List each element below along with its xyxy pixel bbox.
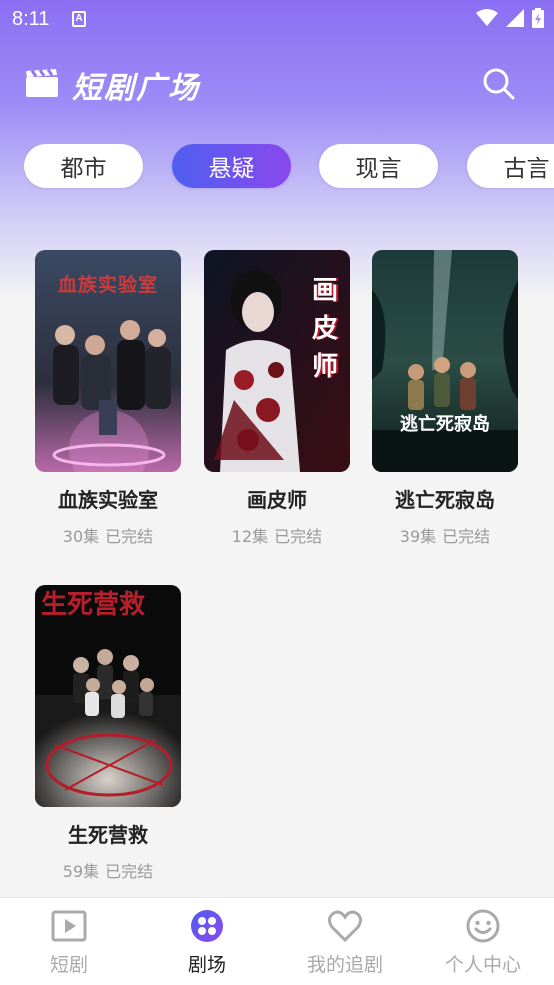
episode-count: 12集 — [231, 527, 269, 546]
status-bar: 8:11 A — [0, 0, 554, 40]
app-header: 短剧广场 — [0, 55, 554, 115]
drama-poster[interactable]: 画皮师 — [204, 250, 350, 472]
wifi-icon — [476, 9, 498, 26]
page-title: 短剧广场 — [72, 71, 200, 106]
drama-status: 已完结 — [442, 527, 491, 546]
drama-poster[interactable]: 逃亡死寂岛 — [372, 250, 518, 472]
drama-status: 已完结 — [105, 862, 154, 881]
tab-xuanyi[interactable]: 悬疑 — [172, 144, 291, 188]
nav-item-theater[interactable]: 剧场 — [138, 898, 276, 985]
drama-card[interactable]: 画皮师 画皮师 12集 已完结 — [204, 250, 350, 547]
episode-count: 39集 — [399, 527, 437, 546]
tab-dushi[interactable]: 都市 — [24, 144, 143, 188]
drama-poster[interactable]: 生死营救 — [35, 585, 181, 807]
status-time: 8:11 — [12, 8, 50, 30]
clapperboard-icon — [26, 69, 58, 97]
nav-label: 个人中心 — [444, 954, 521, 976]
nav-label: 短剧 — [49, 954, 88, 976]
drama-meta: 39集 已完结 — [372, 523, 518, 547]
nav-label: 我的追剧 — [306, 954, 383, 976]
bottom-navigation: 短剧 剧场 我的追剧 个人中心 — [0, 897, 554, 985]
drama-title: 画皮师 — [247, 488, 307, 512]
notification-badge-icon: A — [72, 11, 86, 27]
episode-count: 30集 — [62, 527, 100, 546]
heart-icon — [327, 910, 363, 943]
drama-title: 逃亡死寂岛 — [395, 488, 495, 512]
smile-icon — [466, 909, 500, 943]
drama-meta: 30集 已完结 — [35, 523, 181, 547]
drama-poster[interactable]: 血族实验室 — [35, 250, 181, 472]
nav-item-shortplay[interactable]: 短剧 — [0, 898, 138, 985]
play-icon — [51, 910, 87, 942]
tab-xianyan[interactable]: 现言 — [319, 144, 438, 188]
tab-guyan[interactable]: 古言 — [467, 144, 554, 188]
drama-card[interactable]: 生死营救 生死营救 59集 已完结 — [35, 585, 181, 882]
nav-label: 剧场 — [187, 954, 226, 976]
drama-card[interactable]: 血族实验室 血族实验室 30集 已完结 — [35, 250, 181, 547]
poster-title-text: 血族实验室 — [57, 274, 158, 296]
drama-title: 生死营救 — [68, 823, 148, 847]
poster-title-text: 画皮师 — [312, 276, 339, 382]
poster-title-text: 生死营救 — [41, 590, 146, 620]
drama-status: 已完结 — [105, 527, 154, 546]
signal-icon — [506, 9, 524, 27]
status-icons — [476, 8, 544, 28]
drama-meta: 12集 已完结 — [204, 523, 350, 547]
episode-count: 59集 — [62, 862, 100, 881]
theater-icon — [191, 910, 223, 942]
nav-item-profile[interactable]: 个人中心 — [414, 898, 552, 985]
drama-meta: 59集 已完结 — [35, 858, 181, 882]
nav-item-following[interactable]: 我的追剧 — [276, 898, 414, 985]
poster-title-text: 逃亡死寂岛 — [400, 414, 490, 435]
drama-status: 已完结 — [274, 527, 323, 546]
drama-card[interactable]: 逃亡死寂岛 逃亡死寂岛 39集 已完结 — [372, 250, 518, 547]
category-tabs: 都市 悬疑 现言 古言 — [24, 144, 554, 190]
battery-icon — [532, 8, 544, 28]
drama-title: 血族实验室 — [58, 488, 158, 512]
search-icon[interactable] — [480, 65, 516, 101]
